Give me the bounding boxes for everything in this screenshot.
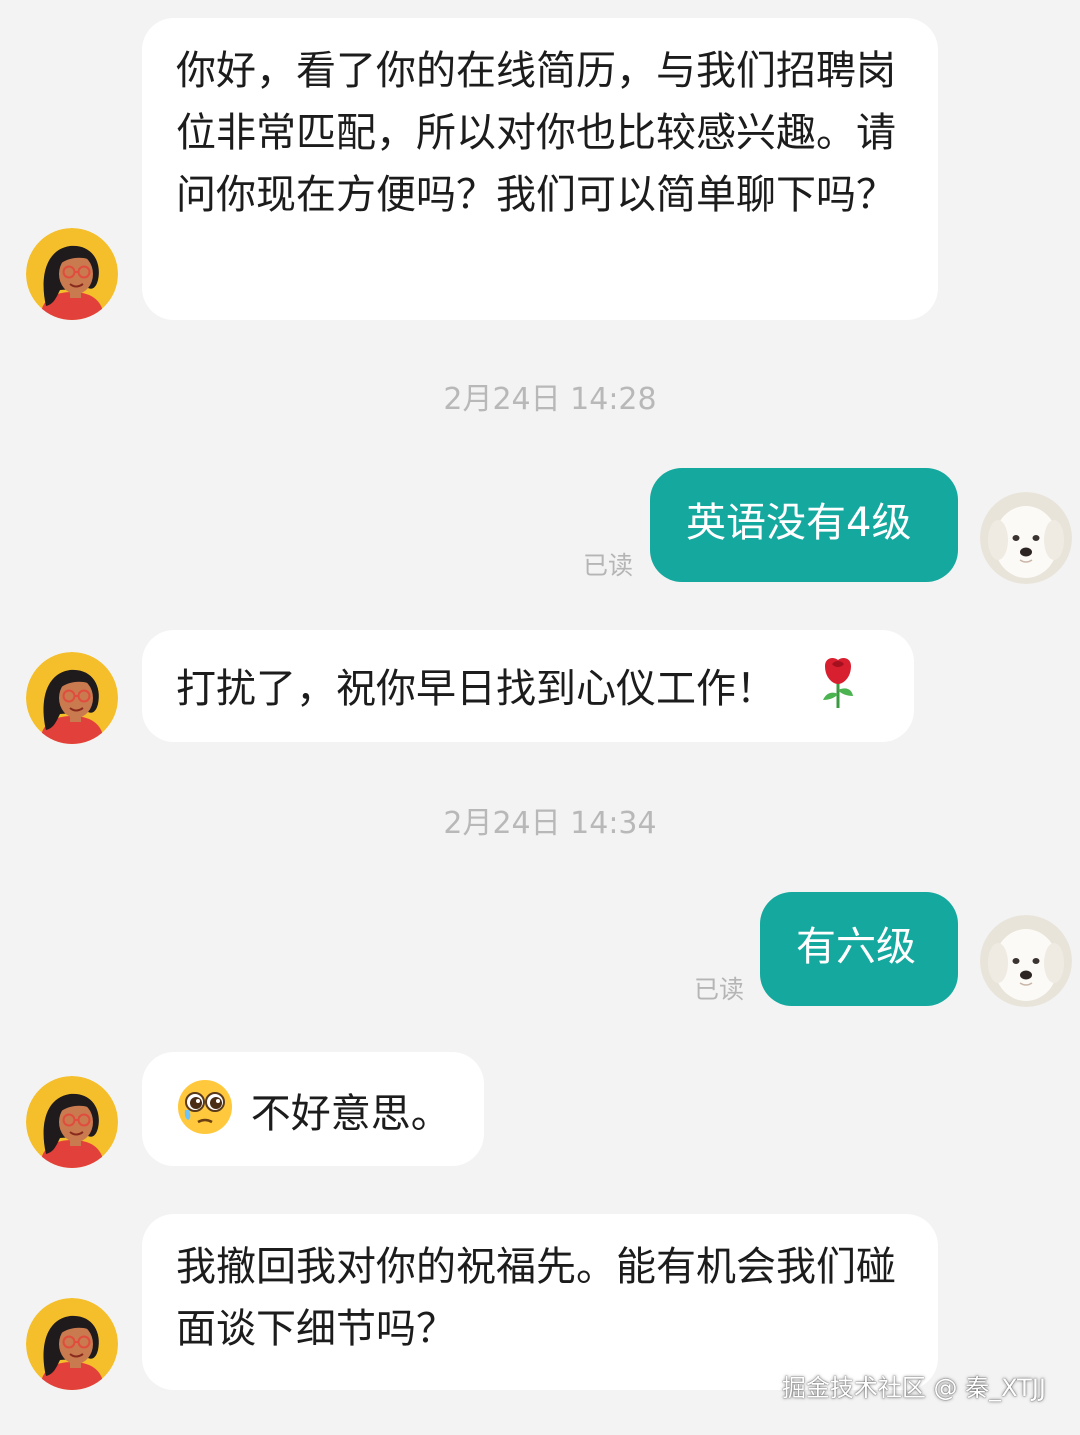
- message-text: 打扰了，祝你早日找到心仪工作！: [176, 666, 776, 712]
- message-bubble-outgoing[interactable]: 有六级: [760, 892, 958, 1006]
- message-bubble-outgoing[interactable]: 英语没有4级: [650, 468, 958, 582]
- recruiter-avatar[interactable]: [26, 228, 118, 320]
- message-text: 有六级: [796, 924, 916, 970]
- read-status: 已读: [583, 551, 634, 580]
- dog-avatar-icon: [980, 492, 1072, 584]
- message-bubble-incoming[interactable]: 打扰了，祝你早日找到心仪工作！: [142, 630, 914, 742]
- user-avatar[interactable]: [980, 915, 1072, 1007]
- user-avatar[interactable]: [980, 492, 1072, 584]
- woman-avatar-icon: [26, 1076, 118, 1168]
- pleading-face-icon: [176, 1078, 234, 1154]
- recruiter-avatar[interactable]: [26, 1076, 118, 1168]
- message-bubble-incoming[interactable]: 不好意思。: [142, 1052, 484, 1166]
- recruiter-avatar[interactable]: [26, 652, 118, 744]
- woman-avatar-icon: [26, 1298, 118, 1390]
- timestamp: 2月24日 14:28: [443, 382, 657, 417]
- message-text: 我撤回我对你的祝福先。能有机会我们碰面谈下细节吗？: [176, 1244, 896, 1352]
- message-bubble-incoming[interactable]: 你好，看了你的在线简历，与我们招聘岗位非常匹配，所以对你也比较感兴趣。请问你现在…: [142, 18, 938, 320]
- woman-avatar-icon: [26, 652, 118, 744]
- timestamp: 2月24日 14:34: [443, 806, 657, 841]
- message-text: 你好，看了你的在线简历，与我们招聘岗位非常匹配，所以对你也比较感兴趣。请问你现在…: [176, 48, 896, 218]
- message-text: 英语没有4级: [686, 500, 912, 546]
- watermark: 掘金技术社区 @ 秦_XTJJ: [781, 1374, 1046, 1402]
- rose-icon: [819, 654, 857, 728]
- read-status: 已读: [694, 975, 745, 1004]
- recruiter-avatar[interactable]: [26, 1298, 118, 1390]
- dog-avatar-icon: [980, 915, 1072, 1007]
- message-text: 不好意思。: [250, 1091, 451, 1137]
- message-bubble-incoming[interactable]: 我撤回我对你的祝福先。能有机会我们碰面谈下细节吗？: [142, 1214, 938, 1390]
- woman-avatar-icon: [26, 228, 118, 320]
